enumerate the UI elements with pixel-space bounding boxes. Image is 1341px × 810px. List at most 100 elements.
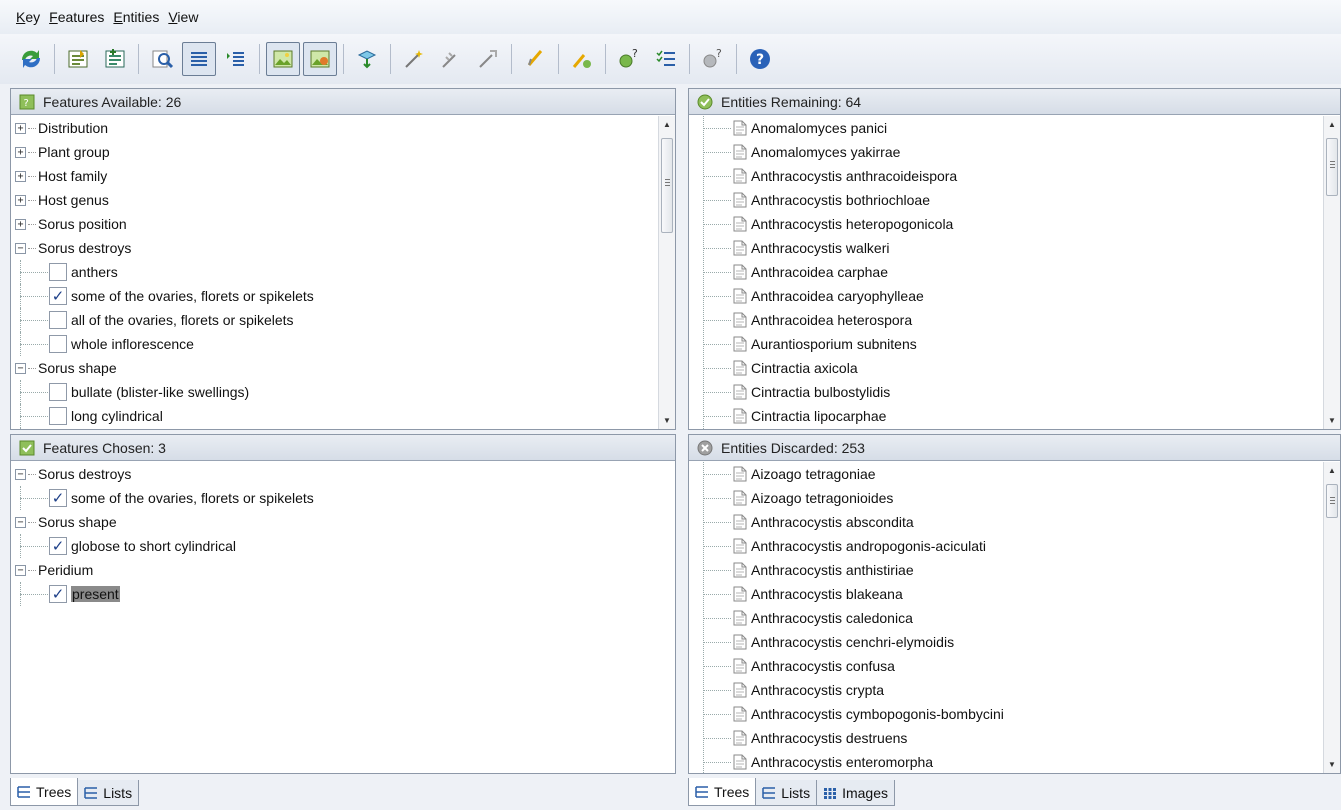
entity-item[interactable]: Anthracoidea carphae: [689, 260, 1340, 284]
tree-group[interactable]: − Sorus destroys: [11, 236, 675, 260]
entity-item[interactable]: Anthracocystis cymbopogonis-bombycini: [689, 702, 1340, 726]
collapse-icon[interactable]: −: [15, 362, 26, 374]
tree-group[interactable]: + Sorus position: [11, 212, 675, 236]
best-features-button[interactable]: [61, 42, 95, 76]
expand-icon[interactable]: +: [15, 218, 26, 230]
entity-item[interactable]: Cintractia lipocarphae: [689, 404, 1340, 428]
tree-view-button[interactable]: [182, 42, 216, 76]
show-images-button[interactable]: [266, 42, 300, 76]
tree-group[interactable]: − Sorus destroys: [11, 462, 675, 486]
collapse-icon[interactable]: −: [15, 516, 26, 528]
tree-item[interactable]: anthers: [11, 260, 675, 284]
entity-item[interactable]: Anthracocystis destruens: [689, 726, 1340, 750]
find-button[interactable]: [145, 42, 179, 76]
tab-trees-right[interactable]: Trees: [688, 778, 757, 806]
entity-item[interactable]: Anthracocystis anthistiriae: [689, 558, 1340, 582]
query-list-button[interactable]: [649, 42, 683, 76]
checked-checkbox[interactable]: ✓: [49, 537, 67, 555]
entity-item[interactable]: Aizoago tetragoniae: [689, 462, 1340, 486]
entity-item[interactable]: Anthracocystis cenchri-elymoidis: [689, 630, 1340, 654]
expand-icon[interactable]: +: [15, 170, 26, 182]
reinstate-button[interactable]: [471, 42, 505, 76]
tab-lists-right[interactable]: Lists: [755, 780, 818, 806]
tree-item[interactable]: ✓globose to short cylindrical: [11, 428, 675, 429]
menu-view[interactable]: View: [168, 7, 198, 27]
features-available-tree[interactable]: + Distribution + Plant group + Host family + Ho…: [11, 116, 675, 429]
checkbox[interactable]: [49, 407, 67, 425]
entity-item[interactable]: Anthracocystis caledonica: [689, 606, 1340, 630]
entity-item[interactable]: Anthracoidea heterospora: [689, 308, 1340, 332]
checkbox[interactable]: [49, 263, 67, 281]
features-chosen-tree[interactable]: − Sorus destroys ✓ some of the ovaries, flo…: [11, 462, 675, 773]
checked-checkbox[interactable]: ✓: [49, 585, 67, 603]
tab-lists-left[interactable]: Lists: [77, 780, 140, 806]
tree-item[interactable]: ✓ some of the ovaries, florets or spikele…: [11, 486, 675, 510]
collapse-icon[interactable]: −: [15, 468, 26, 480]
entity-item[interactable]: Anthracocystis enteromorpha: [689, 750, 1340, 773]
tree-group[interactable]: − Sorus shape: [11, 356, 675, 380]
expand-icon[interactable]: +: [15, 194, 26, 206]
checked-checkbox[interactable]: ✓: [49, 489, 67, 507]
tab-images-right[interactable]: Images: [816, 780, 895, 806]
checkbox[interactable]: [49, 383, 67, 401]
entity-item[interactable]: Anomalomyces yakirrae: [689, 140, 1340, 164]
entities-discarded-scrollbar[interactable]: ▲ ▼: [1323, 462, 1340, 773]
query-features-button[interactable]: ?: [612, 42, 646, 76]
checkbox[interactable]: [49, 311, 67, 329]
tree-item[interactable]: all of the ovaries, florets or spikelets: [11, 308, 675, 332]
features-available-scrollbar[interactable]: ▲ ▼: [658, 116, 675, 429]
help-button[interactable]: ?: [743, 42, 777, 76]
tree-group[interactable]: − Peridium: [11, 558, 675, 582]
show-images-all-button[interactable]: [303, 42, 337, 76]
tweezers-button[interactable]: [518, 42, 552, 76]
entity-item[interactable]: Anthracocystis confusa: [689, 654, 1340, 678]
tree-item[interactable]: ✓ some of the ovaries, florets or spikele…: [11, 284, 675, 308]
tree-item[interactable]: long cylindrical: [11, 404, 675, 428]
tree-item[interactable]: whole inflorescence: [11, 332, 675, 356]
expand-all-button[interactable]: [219, 42, 253, 76]
entity-item[interactable]: Aizoago tetragonioides: [689, 486, 1340, 510]
query-entities-button[interactable]: ?: [696, 42, 730, 76]
menu-key[interactable]: Key: [16, 7, 40, 27]
tree-item[interactable]: ✓ present: [11, 582, 675, 606]
collapse-icon[interactable]: −: [15, 564, 26, 576]
tree-group[interactable]: + Plant group: [11, 140, 675, 164]
tree-item[interactable]: bullate (blister-like swellings): [11, 380, 675, 404]
separating-features-button[interactable]: [98, 42, 132, 76]
prune-button[interactable]: [434, 42, 468, 76]
entity-item[interactable]: Cintractia axicola: [689, 356, 1340, 380]
entity-item[interactable]: Anthracocystis bothriochloae: [689, 188, 1340, 212]
differences-button[interactable]: [565, 42, 599, 76]
collapse-icon[interactable]: −: [15, 242, 26, 254]
checkbox[interactable]: [49, 335, 67, 353]
menu-features[interactable]: Features: [49, 7, 104, 27]
entities-remaining-list[interactable]: Anomalomyces panici Anomalomyces yakirrae…: [689, 116, 1340, 429]
magic-wand-button[interactable]: [397, 42, 431, 76]
expand-icon[interactable]: +: [15, 146, 26, 158]
entity-item[interactable]: Anthracocystis abscondita: [689, 510, 1340, 534]
entity-item[interactable]: Anthracocystis andropogonis-aciculati: [689, 534, 1340, 558]
entity-item[interactable]: Cintractia bulbostylidis: [689, 380, 1340, 404]
entity-item[interactable]: Anthracocystis anthracoideispora: [689, 164, 1340, 188]
entity-item[interactable]: Anthracocystis blakeana: [689, 582, 1340, 606]
tree-group[interactable]: + Host family: [11, 164, 675, 188]
entities-remaining-scrollbar[interactable]: ▲ ▼: [1323, 116, 1340, 429]
restart-button[interactable]: [14, 42, 48, 76]
taxon-info-button[interactable]: [350, 42, 384, 76]
tree-item[interactable]: ✓globose to short cylindrical: [11, 534, 675, 558]
expand-icon[interactable]: +: [15, 122, 26, 134]
entity-item[interactable]: Anthracoidea caryophylleae: [689, 284, 1340, 308]
tree-group[interactable]: + Host genus: [11, 188, 675, 212]
menu-entities[interactable]: Entities: [113, 7, 159, 27]
entities-discarded-list[interactable]: Aizoago tetragoniae Aizoago tetragonioide…: [689, 462, 1340, 773]
entity-item[interactable]: Aurantiosporium subnitens: [689, 332, 1340, 356]
entity-item[interactable]: Anthracocystis walkeri: [689, 236, 1340, 260]
entity-item[interactable]: Anthracocystis heteropogonicola: [689, 212, 1340, 236]
entity-item[interactable]: Anthracocystis crypta: [689, 678, 1340, 702]
tab-trees-left[interactable]: Trees: [10, 778, 79, 806]
tree-group[interactable]: + Distribution: [11, 116, 675, 140]
entity-item[interactable]: Anomalomyces panici: [689, 116, 1340, 140]
tree-group[interactable]: − Sorus shape: [11, 510, 675, 534]
image-icon: [273, 50, 293, 68]
checked-checkbox[interactable]: ✓: [49, 287, 67, 305]
